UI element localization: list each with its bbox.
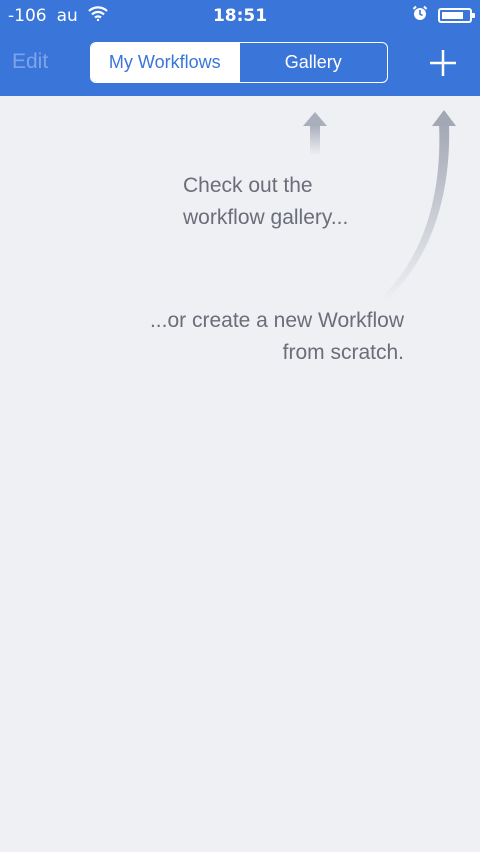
- create-hint: ...or create a new Workflow from scratch…: [150, 305, 404, 369]
- edit-button[interactable]: Edit: [12, 50, 48, 74]
- create-hint-line-2: from scratch.: [282, 341, 404, 364]
- tab-my-workflows[interactable]: My Workflows: [91, 43, 239, 82]
- alarm-icon: [412, 5, 428, 26]
- gallery-hint: Check out the workflow gallery...: [183, 170, 348, 234]
- create-hint-line-1: ...or create a new Workflow: [149, 309, 404, 332]
- status-bar: -106 au 18:51: [0, 0, 480, 32]
- gallery-hint-line-1: Check out the: [183, 174, 313, 197]
- plus-icon[interactable]: [424, 44, 462, 82]
- status-time: 18:51: [212, 6, 268, 26]
- workflow-tabs: My Workflows Gallery: [90, 42, 388, 83]
- new-workflow-arrow-icon: [378, 110, 456, 302]
- navigation-bar: -106 au 18:51 Edit My Workflows Gallery: [0, 0, 480, 96]
- gallery-hint-line-2: workflow gallery...: [183, 206, 349, 229]
- battery-icon: [438, 8, 475, 23]
- tab-gallery[interactable]: Gallery: [238, 43, 388, 82]
- gallery-arrow-icon: [303, 112, 327, 155]
